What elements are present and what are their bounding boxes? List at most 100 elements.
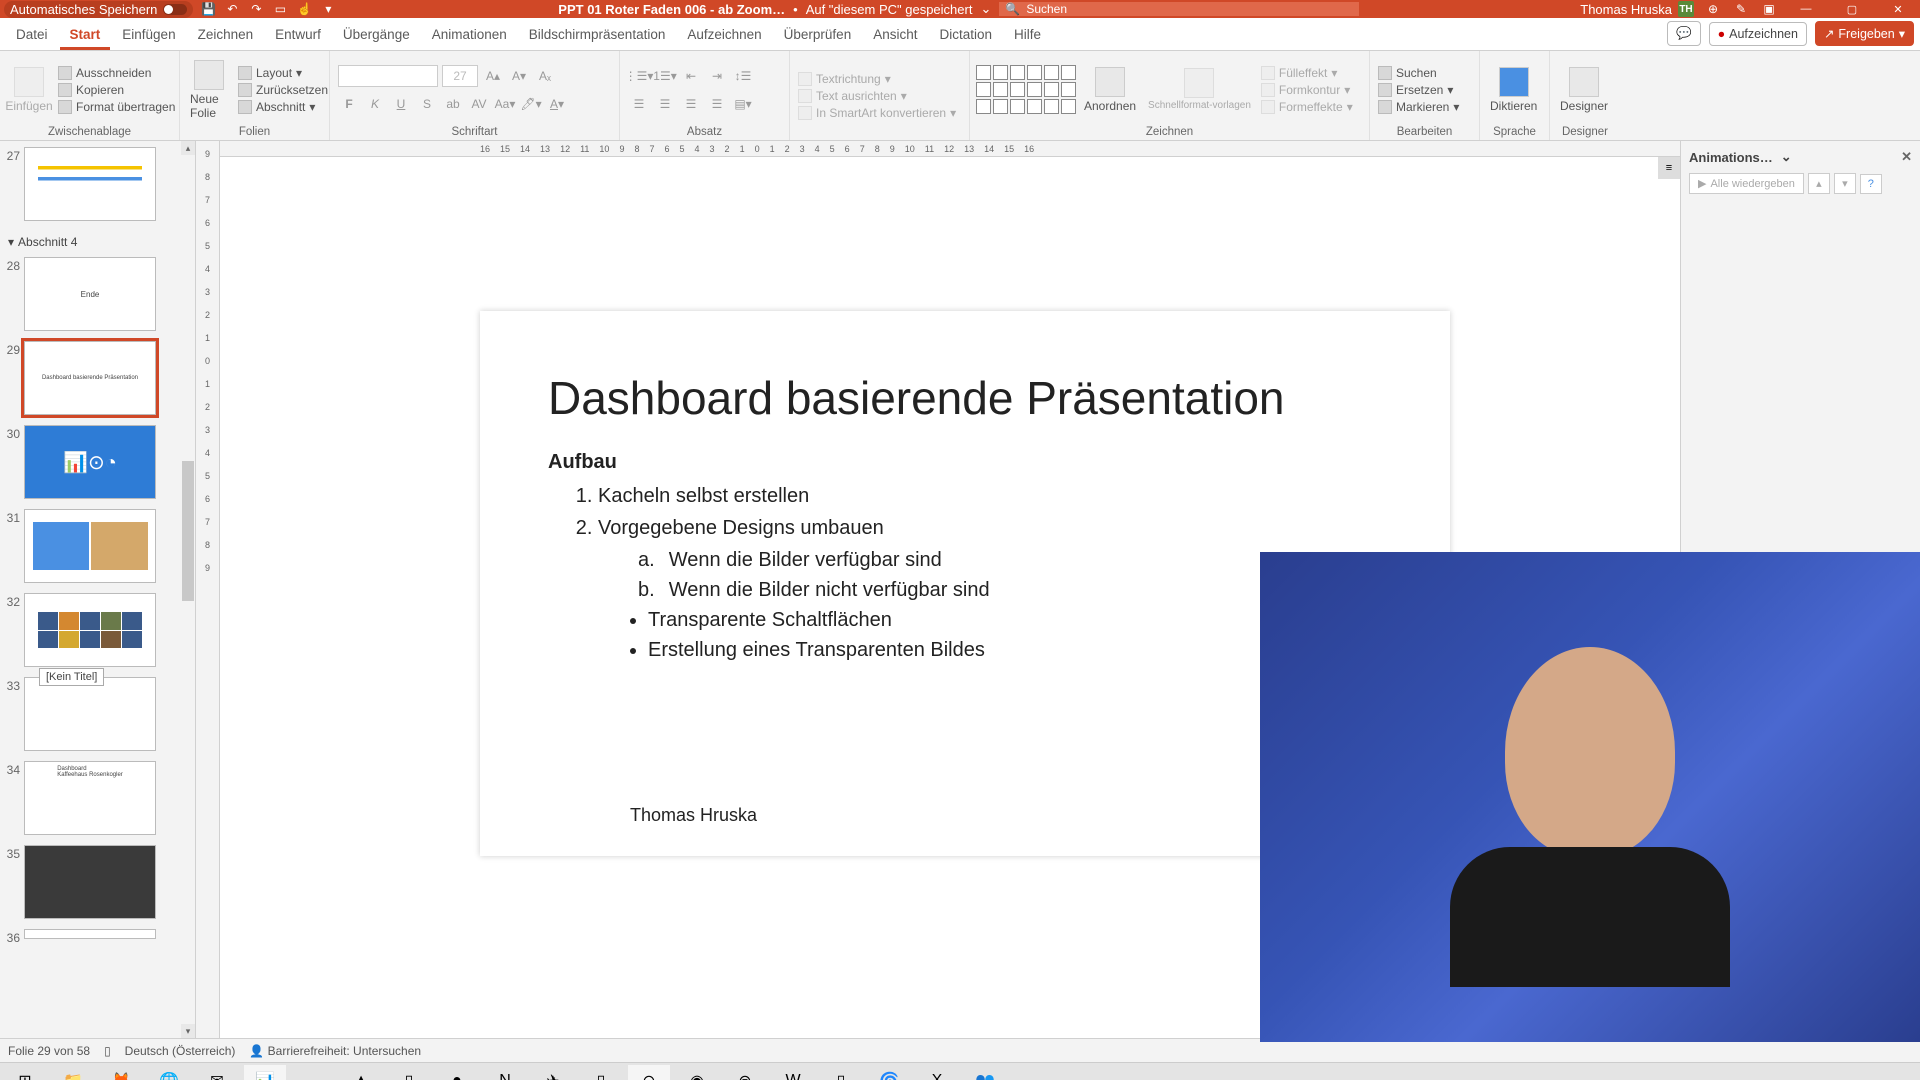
quick-styles-button[interactable]: Schnellformat-vorlagen — [1144, 66, 1255, 113]
file-name[interactable]: PPT 01 Roter Faden 006 - ab Zoom… — [558, 2, 785, 17]
telegram-icon[interactable]: ✈ — [532, 1065, 574, 1080]
bullets-button[interactable]: ⋮☰▾ — [628, 65, 650, 87]
designer-button[interactable]: Designer — [1556, 65, 1612, 115]
maximize-button[interactable]: ▢ — [1834, 1, 1870, 17]
chevron-down-icon[interactable]: ⌄ — [980, 1, 991, 17]
clear-format-icon[interactable]: Aₓ — [534, 65, 556, 87]
underline-button[interactable]: U — [390, 93, 412, 115]
app-icon[interactable]: ● — [436, 1065, 478, 1080]
app-icon[interactable]: ☁ — [292, 1065, 334, 1080]
minimize-button[interactable]: — — [1788, 1, 1824, 17]
redo-icon[interactable]: ↷ — [247, 0, 265, 18]
slide-body[interactable]: Aufbau Kacheln selbst erstellen Vorgegeb… — [548, 447, 990, 665]
close-icon[interactable]: ✕ — [1901, 149, 1912, 165]
excel-icon[interactable]: X — [916, 1065, 958, 1080]
columns-button[interactable]: ▤▾ — [732, 93, 754, 115]
thumb-33[interactable]: 33 — [2, 677, 191, 751]
window-icon[interactable]: ▣ — [1760, 0, 1778, 18]
firefox-icon[interactable]: 🦊 — [100, 1065, 142, 1080]
save-icon[interactable]: 💾 — [199, 0, 217, 18]
tab-aufzeichnen[interactable]: Aufzeichnen — [677, 20, 771, 50]
strike-button[interactable]: S — [416, 93, 438, 115]
scroll-up-icon[interactable]: ▴ — [181, 141, 195, 155]
shape-outline-button[interactable]: Formkontur▾ — [1259, 83, 1355, 97]
app-icon[interactable]: ▯ — [580, 1065, 622, 1080]
tab-hilfe[interactable]: Hilfe — [1004, 20, 1051, 50]
text-direction-button[interactable]: Textrichtung▾ — [796, 72, 958, 86]
slide-title[interactable]: Dashboard basierende Präsentation — [548, 371, 1285, 425]
tab-datei[interactable]: Datei — [6, 20, 58, 50]
shapes-gallery[interactable] — [976, 65, 1076, 114]
present-icon[interactable]: ▭ — [271, 0, 289, 18]
animation-pane-toggle[interactable]: ≡ — [1658, 157, 1680, 179]
align-left-button[interactable]: ☰ — [628, 93, 650, 115]
cut-button[interactable]: Ausschneiden — [56, 66, 177, 80]
case-button[interactable]: Aa▾ — [494, 93, 516, 115]
autosave-toggle[interactable]: Automatisches Speichern — [4, 1, 193, 18]
paste-button[interactable]: Einfügen — [6, 65, 52, 115]
dictate-button[interactable]: Diktieren — [1486, 65, 1541, 115]
bold-button[interactable]: F — [338, 93, 360, 115]
layout-button[interactable]: Layout▾ — [236, 66, 330, 80]
chrome-icon[interactable]: 🌐 — [148, 1065, 190, 1080]
arrange-button[interactable]: Anordnen — [1080, 65, 1140, 115]
tab-start[interactable]: Start — [60, 20, 111, 50]
section-header[interactable]: ▾Abschnitt 4 — [2, 231, 191, 253]
share-button[interactable]: ↗Freigeben▾ — [1815, 21, 1914, 46]
find-button[interactable]: Suchen — [1376, 66, 1461, 80]
tab-dictation[interactable]: Dictation — [929, 20, 1002, 50]
tab-bildschirm[interactable]: Bildschirmpräsentation — [519, 20, 676, 50]
shadow-button[interactable]: ab — [442, 93, 464, 115]
app-icon[interactable]: ▯ — [820, 1065, 862, 1080]
align-center-button[interactable]: ☰ — [654, 93, 676, 115]
increase-font-icon[interactable]: A▴ — [482, 65, 504, 87]
thumb-32[interactable]: 32[Kein Titel] — [2, 593, 191, 667]
user-account[interactable]: Thomas Hruska TH — [1580, 1, 1694, 17]
touch-icon[interactable]: ☝ — [295, 0, 313, 18]
comments-button[interactable]: 💬 — [1667, 21, 1701, 46]
chevron-down-icon[interactable]: ⌄ — [1781, 149, 1792, 165]
tab-zeichnen[interactable]: Zeichnen — [188, 20, 264, 50]
edge-icon[interactable]: 🌀 — [868, 1065, 910, 1080]
highlight-button[interactable]: 🖊▾ — [520, 93, 542, 115]
replace-button[interactable]: Ersetzen▾ — [1376, 83, 1461, 97]
format-painter-button[interactable]: Format übertragen — [56, 100, 177, 114]
slide-author[interactable]: Thomas Hruska — [630, 805, 757, 826]
font-size-combo[interactable]: 27 — [442, 65, 478, 87]
tab-animationen[interactable]: Animationen — [422, 20, 517, 50]
thumb-34[interactable]: 34Dashboard Kaffeehaus Rosenkogler — [2, 761, 191, 835]
thumb-29[interactable]: 29Dashboard basierende Präsentation — [2, 341, 191, 415]
outdent-button[interactable]: ⇤ — [680, 65, 702, 87]
start-button[interactable]: ⊞ — [4, 1065, 46, 1080]
thumb-28[interactable]: 28Ende — [2, 257, 191, 331]
qat-more-icon[interactable]: ▾ — [319, 0, 337, 18]
outlook-icon[interactable]: ✉ — [196, 1065, 238, 1080]
app-icon[interactable]: ◉ — [676, 1065, 718, 1080]
language-status[interactable]: Deutsch (Österreich) — [125, 1044, 236, 1058]
undo-icon[interactable]: ↶ — [223, 0, 241, 18]
thumb-35[interactable]: 35 — [2, 845, 191, 919]
file-explorer-icon[interactable]: 📁 — [52, 1065, 94, 1080]
anim-up-button[interactable]: ▴ — [1808, 173, 1830, 194]
indent-button[interactable]: ⇥ — [706, 65, 728, 87]
globe-icon[interactable]: ⊕ — [1704, 0, 1722, 18]
anim-down-button[interactable]: ▾ — [1834, 173, 1856, 194]
tab-ansicht[interactable]: Ansicht — [863, 20, 927, 50]
italic-button[interactable]: K — [364, 93, 386, 115]
search-box[interactable]: 🔍 Suchen — [999, 2, 1359, 16]
pen-icon[interactable]: ✎ — [1732, 0, 1750, 18]
word-icon[interactable]: W — [772, 1065, 814, 1080]
align-text-button[interactable]: Text ausrichten▾ — [796, 89, 958, 103]
select-button[interactable]: Markieren▾ — [1376, 100, 1461, 114]
tab-entwurf[interactable]: Entwurf — [265, 20, 331, 50]
thumbs-scrollbar[interactable]: ▴▾ — [181, 141, 195, 1038]
font-family-combo[interactable] — [338, 65, 438, 87]
app-icon[interactable]: ⊜ — [724, 1065, 766, 1080]
tab-ueberpruefen[interactable]: Überprüfen — [774, 20, 862, 50]
obs-icon[interactable]: ⊙ — [628, 1065, 670, 1080]
powerpoint-icon[interactable]: 📊 — [244, 1065, 286, 1080]
thumb-36[interactable]: 36 — [2, 929, 191, 945]
play-all-button[interactable]: ▶Alle wiedergeben — [1689, 173, 1804, 194]
scroll-thumb[interactable] — [182, 461, 194, 601]
justify-button[interactable]: ☰ — [706, 93, 728, 115]
